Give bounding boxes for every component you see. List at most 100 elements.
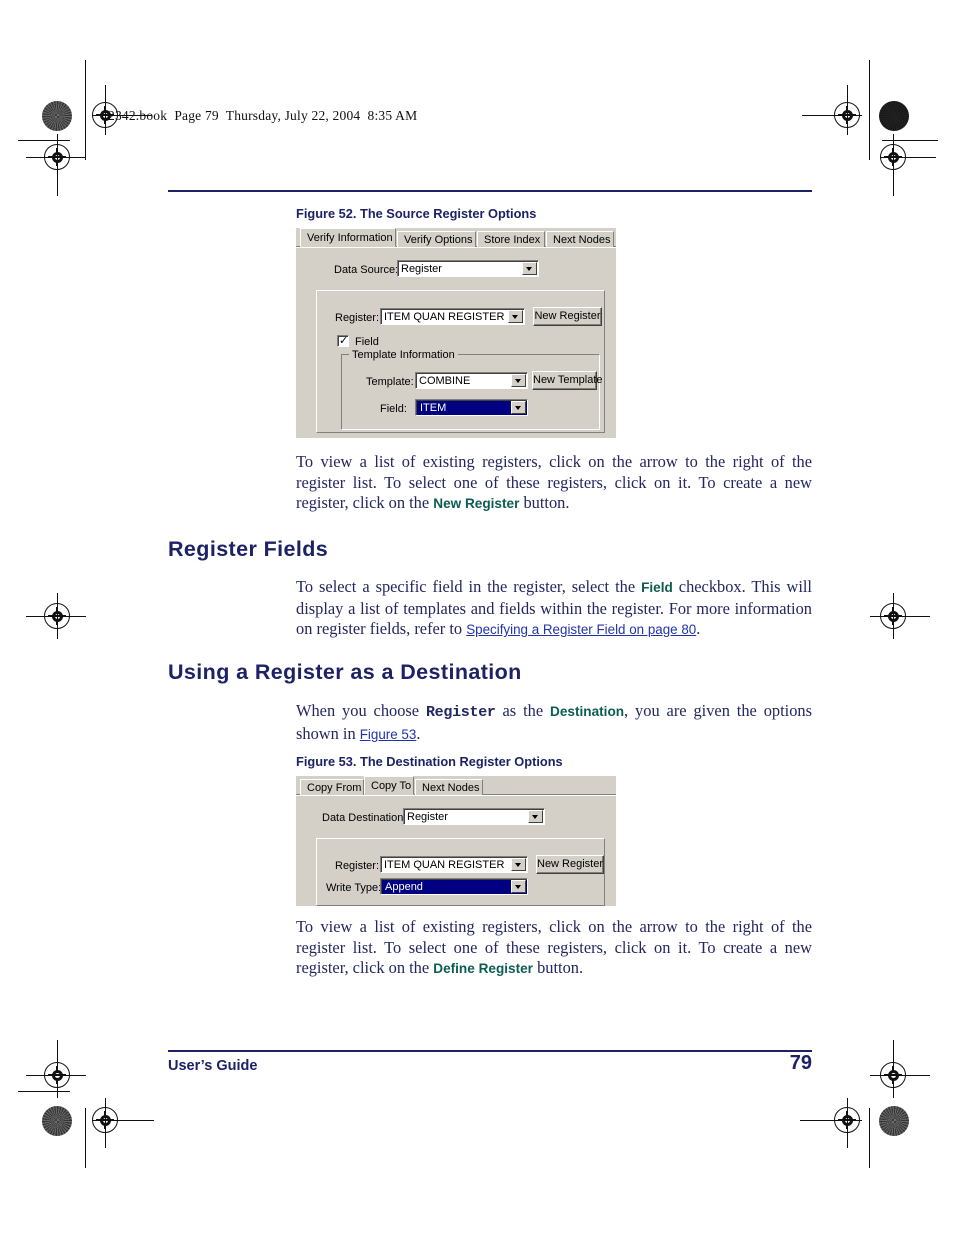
data-source-value: Register xyxy=(401,263,442,275)
paragraph-text: button. xyxy=(532,958,584,977)
paragraph-register-fields: To select a specific field in the regist… xyxy=(296,577,812,641)
halftone-dot-top-left xyxy=(42,101,72,131)
data-source-label: Data Source: xyxy=(334,264,399,276)
crop-tick-v-left-middle xyxy=(56,593,58,639)
source-dialog-tabstrip: Verify Information Verify Options Store … xyxy=(296,228,616,248)
crop-tick-h-right-upper xyxy=(882,140,938,142)
heading-using-register-as-destination: Using a Register as a Destination xyxy=(168,660,522,684)
template-combo[interactable]: COMBINE xyxy=(415,372,528,389)
paragraph-destination-register: To view a list of existing registers, cl… xyxy=(296,917,812,980)
crop-tick-v-bottom-left-4 xyxy=(104,1098,106,1148)
destination-dialog-tabstrip: Copy From Copy To Next Nodes xyxy=(296,776,616,796)
new-register-button[interactable]: New Register xyxy=(533,307,602,326)
tab-store-index[interactable]: Store Index xyxy=(477,231,545,247)
crop-tick-v-bottom-right-2 xyxy=(869,1108,871,1168)
crop-tick-v-right-middle xyxy=(892,593,894,639)
field-label: Field: xyxy=(380,403,407,415)
crop-tick-h-right-upper-2 xyxy=(880,156,936,158)
crop-tick-v-top-left-2 xyxy=(104,85,106,135)
crop-tick-v-top-right xyxy=(869,60,871,160)
gui-term-define-register: Define Register xyxy=(433,961,533,976)
chevron-down-icon[interactable] xyxy=(511,374,526,387)
tab-next-nodes[interactable]: Next Nodes xyxy=(546,231,614,247)
crop-tick-h-top-right xyxy=(802,114,862,116)
chevron-down-icon[interactable] xyxy=(511,401,526,414)
crop-tick-v-bottom-left-3 xyxy=(85,1108,87,1168)
halftone-dot-top-right xyxy=(879,101,909,131)
tab-copy-from[interactable]: Copy From xyxy=(300,779,364,795)
crop-tick-h-bottom-left-2 xyxy=(18,1091,70,1093)
chevron-down-icon[interactable] xyxy=(522,262,537,275)
link-figure-53[interactable]: Figure 53 xyxy=(360,727,417,742)
register-label: Register: xyxy=(335,860,380,872)
halftone-dot-bottom-right xyxy=(879,1106,909,1136)
crop-tick-v-top-left xyxy=(85,60,87,160)
link-specifying-a-register-field[interactable]: Specifying a Register Field on page 80 xyxy=(466,622,696,637)
crop-tick-h-bottom-right-2 xyxy=(800,1119,862,1121)
register-value: ITEM QUAN REGISTER xyxy=(384,311,505,323)
code-term-register: Register xyxy=(425,704,496,721)
data-destination-label: Data Destination: xyxy=(322,812,407,824)
checkmark-icon: ✓ xyxy=(339,334,349,347)
template-information-group-label: Template Information xyxy=(349,349,458,361)
chevron-down-icon[interactable] xyxy=(508,310,523,323)
footer-rule xyxy=(168,1050,812,1053)
new-template-button[interactable]: New Template xyxy=(532,371,603,390)
destination-register-panel: Register: ITEM QUAN REGISTER New Registe… xyxy=(316,838,605,906)
crop-tick-v-top-right-2 xyxy=(846,85,848,135)
crop-tick-v-right-upper xyxy=(892,134,894,196)
field-value: ITEM xyxy=(419,401,509,415)
header-rule xyxy=(168,190,812,192)
data-source-combo[interactable]: Register xyxy=(397,260,539,277)
paragraph-text: as the xyxy=(495,701,551,720)
write-type-value: Append xyxy=(384,880,509,894)
book-header-text: 2342.book Page 79 Thursday, July 22, 200… xyxy=(108,108,418,123)
data-destination-combo[interactable]: Register xyxy=(403,808,545,825)
template-value: COMBINE xyxy=(419,375,471,387)
register-combo[interactable]: ITEM QUAN REGISTER xyxy=(380,308,525,325)
chevron-down-icon[interactable] xyxy=(511,858,526,871)
register-combo[interactable]: ITEM QUAN REGISTER xyxy=(380,856,528,873)
paragraph-source-register: To view a list of existing registers, cl… xyxy=(296,452,812,515)
field-combo[interactable]: ITEM xyxy=(415,399,528,416)
footer-page-number: 79 xyxy=(789,1052,812,1074)
paragraph-text: To select a specific field in the regist… xyxy=(296,577,642,596)
tab-next-nodes[interactable]: Next Nodes xyxy=(415,779,483,795)
template-information-group: Template Information Template: COMBINE N… xyxy=(341,349,603,430)
tab-copy-to[interactable]: Copy To xyxy=(364,776,414,795)
crop-tick-h-bottom-left-3 xyxy=(92,1119,154,1121)
crop-tick-h-bottom-right xyxy=(870,1074,930,1076)
figure-53-caption: Figure 53. The Destination Register Opti… xyxy=(296,754,563,769)
gui-term-new-register: New Register xyxy=(433,496,520,511)
register-value: ITEM QUAN REGISTER xyxy=(384,859,505,871)
template-label: Template: xyxy=(366,376,414,388)
write-type-combo[interactable]: Append xyxy=(380,878,528,895)
chevron-down-icon[interactable] xyxy=(511,880,526,893)
paragraph-text: . xyxy=(416,723,421,743)
field-checkbox-label: Field xyxy=(355,336,379,348)
write-type-label: Write Type: xyxy=(326,882,382,894)
chevron-down-icon[interactable] xyxy=(528,810,543,823)
crop-tick-v-left-upper xyxy=(56,134,58,196)
source-register-dialog[interactable]: Verify Information Verify Options Store … xyxy=(296,228,616,438)
gui-term-field: Field xyxy=(641,580,673,595)
paragraph-destination-intro: When you choose Register as the Destinat… xyxy=(296,701,812,745)
footer-document-title: User’s Guide xyxy=(168,1058,258,1074)
data-destination-value: Register xyxy=(407,811,448,823)
crop-tick-h-left-upper xyxy=(18,140,70,142)
new-register-button[interactable]: New Register xyxy=(536,855,604,874)
destination-register-dialog[interactable]: Copy From Copy To Next Nodes Data Destin… xyxy=(296,776,616,906)
paragraph-text: . xyxy=(696,619,701,638)
crop-tick-h-bottom-left xyxy=(26,1074,86,1076)
source-register-panel: Register: ITEM QUAN REGISTER New Registe… xyxy=(316,290,605,433)
paragraph-text: When you choose xyxy=(296,701,426,720)
field-checkbox[interactable]: ✓ xyxy=(337,335,349,347)
heading-register-fields: Register Fields xyxy=(168,537,329,561)
tab-verify-options[interactable]: Verify Options xyxy=(397,231,476,247)
register-label: Register: xyxy=(335,312,380,324)
gui-term-destination: Destination xyxy=(550,704,625,719)
crop-tick-v-bottom-right-3 xyxy=(846,1098,848,1148)
tab-verify-information[interactable]: Verify Information xyxy=(300,228,396,247)
paragraph-text: button. xyxy=(519,493,570,512)
halftone-dot-bottom-left xyxy=(42,1106,72,1136)
